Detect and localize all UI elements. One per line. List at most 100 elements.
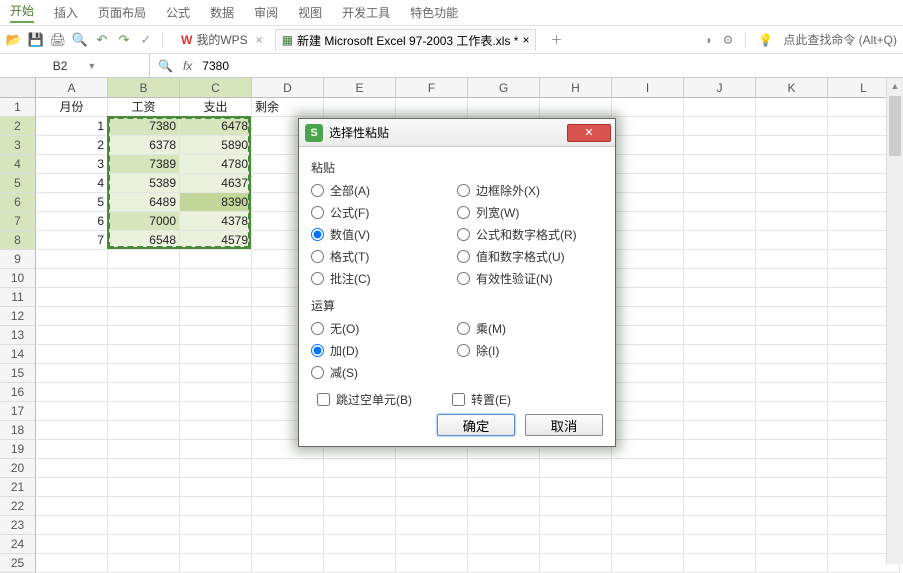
cell[interactable]: [684, 383, 756, 402]
cell[interactable]: [684, 345, 756, 364]
cell[interactable]: 4780: [180, 155, 252, 174]
cell[interactable]: [108, 288, 180, 307]
cell[interactable]: [684, 421, 756, 440]
cell[interactable]: [252, 497, 324, 516]
radio-option[interactable]: 无(O): [311, 320, 457, 337]
radio-option[interactable]: 格式(T): [311, 248, 457, 265]
cell[interactable]: [684, 535, 756, 554]
formula-input[interactable]: [202, 59, 702, 73]
cell[interactable]: 7: [36, 231, 108, 250]
cell[interactable]: [396, 459, 468, 478]
cell[interactable]: [324, 478, 396, 497]
cell[interactable]: 4579: [180, 231, 252, 250]
row-header[interactable]: 15: [0, 364, 36, 383]
cell[interactable]: [756, 459, 828, 478]
cell[interactable]: [36, 478, 108, 497]
radio-option[interactable]: 公式(F): [311, 204, 457, 221]
search-fx-icon[interactable]: 🔍: [158, 59, 173, 73]
radio-option[interactable]: 边框除外(X): [457, 182, 603, 199]
cell[interactable]: [468, 497, 540, 516]
cell[interactable]: [36, 516, 108, 535]
cell[interactable]: [612, 535, 684, 554]
cell[interactable]: [36, 307, 108, 326]
scrollbar-thumb[interactable]: [889, 96, 901, 156]
cell[interactable]: [756, 364, 828, 383]
cell[interactable]: 5389: [108, 174, 180, 193]
cell[interactable]: [324, 535, 396, 554]
cell[interactable]: [684, 231, 756, 250]
open-icon[interactable]: 📂: [6, 32, 22, 48]
cell[interactable]: [108, 421, 180, 440]
cell[interactable]: [612, 364, 684, 383]
row-header[interactable]: 5: [0, 174, 36, 193]
close-icon[interactable]: ×: [256, 33, 263, 47]
row-header[interactable]: 20: [0, 459, 36, 478]
cell[interactable]: 5890: [180, 136, 252, 155]
cell[interactable]: [612, 136, 684, 155]
row-header[interactable]: 13: [0, 326, 36, 345]
cell[interactable]: [612, 421, 684, 440]
cell[interactable]: [612, 174, 684, 193]
cell[interactable]: [612, 231, 684, 250]
radio-option[interactable]: 公式和数字格式(R): [457, 226, 603, 243]
undo-icon[interactable]: ↶: [94, 32, 110, 48]
cell[interactable]: [180, 421, 252, 440]
cell[interactable]: [756, 231, 828, 250]
cell[interactable]: [684, 402, 756, 421]
check-icon[interactable]: ✓: [138, 32, 154, 48]
cell[interactable]: [540, 535, 612, 554]
column-header[interactable]: F: [396, 78, 468, 98]
cell[interactable]: [612, 288, 684, 307]
ok-button[interactable]: 确定: [437, 414, 515, 436]
cell[interactable]: [324, 459, 396, 478]
cell[interactable]: [36, 421, 108, 440]
cell[interactable]: 8390: [180, 193, 252, 212]
cell[interactable]: 6378: [108, 136, 180, 155]
menu-item-数据[interactable]: 数据: [210, 4, 234, 21]
cell[interactable]: [612, 193, 684, 212]
radio-option[interactable]: 值和数字格式(U): [457, 248, 603, 265]
menu-item-开始[interactable]: 开始: [10, 2, 34, 23]
cell[interactable]: [468, 516, 540, 535]
cell[interactable]: 7000: [108, 212, 180, 231]
cell[interactable]: [36, 459, 108, 478]
cell[interactable]: [612, 155, 684, 174]
cell[interactable]: [756, 307, 828, 326]
fx-label[interactable]: fx: [183, 59, 192, 73]
skip-blanks-checkbox[interactable]: 跳过空单元(B): [317, 391, 412, 408]
row-header[interactable]: 24: [0, 535, 36, 554]
cell[interactable]: [756, 269, 828, 288]
print-icon[interactable]: 🖨: [50, 32, 66, 48]
settings-icon[interactable]: ⚙: [723, 33, 734, 47]
cell[interactable]: [36, 326, 108, 345]
cell[interactable]: [396, 535, 468, 554]
cell[interactable]: [756, 117, 828, 136]
cell[interactable]: [684, 98, 756, 117]
cell[interactable]: [36, 345, 108, 364]
cell[interactable]: [684, 288, 756, 307]
search-hint[interactable]: 点此查找命令 (Alt+Q): [783, 31, 897, 48]
cancel-button[interactable]: 取消: [525, 414, 603, 436]
column-header[interactable]: K: [756, 78, 828, 98]
cell[interactable]: [180, 478, 252, 497]
cell[interactable]: [756, 136, 828, 155]
save-icon[interactable]: 💾: [28, 32, 44, 48]
cell[interactable]: [108, 326, 180, 345]
cell[interactable]: [324, 497, 396, 516]
cell[interactable]: [756, 516, 828, 535]
cell[interactable]: [756, 98, 828, 117]
name-box[interactable]: B2 ▼: [0, 54, 150, 77]
cell[interactable]: [180, 288, 252, 307]
cell[interactable]: [612, 98, 684, 117]
cell[interactable]: [612, 345, 684, 364]
transpose-checkbox[interactable]: 转置(E): [452, 391, 511, 408]
cell[interactable]: [108, 497, 180, 516]
radio-option[interactable]: 全部(A): [311, 182, 457, 199]
cell[interactable]: [180, 516, 252, 535]
cell[interactable]: [612, 440, 684, 459]
cell[interactable]: [612, 383, 684, 402]
cell[interactable]: 4637: [180, 174, 252, 193]
row-header[interactable]: 1: [0, 98, 36, 117]
cell[interactable]: [612, 250, 684, 269]
cell[interactable]: 6489: [108, 193, 180, 212]
